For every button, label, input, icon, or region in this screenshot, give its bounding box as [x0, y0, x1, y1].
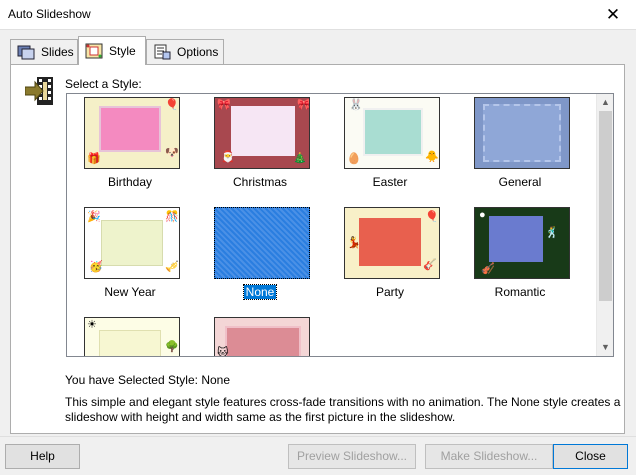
general-thumbnail [474, 97, 570, 169]
window-title: Auto Slideshow [8, 7, 91, 21]
style-item-floral[interactable]: 🐱 [197, 314, 323, 356]
style-label-general: General [498, 175, 542, 189]
style-label-romantic: Romantic [494, 285, 546, 299]
tab-options-label: Options [177, 45, 219, 59]
style-item-sunny[interactable]: ☀ 🌳 [67, 314, 193, 356]
sunny-thumbnail: ☀ 🌳 [84, 317, 180, 356]
scroll-up-icon[interactable]: ▲ [597, 94, 613, 111]
style-label-none: None [242, 284, 278, 300]
style-label-party: Party [375, 285, 404, 299]
bottom-separator [0, 436, 636, 437]
style-item-christmas[interactable]: 🎀 🎀 🎅 🎄 Christmas [197, 94, 323, 202]
style-item-none[interactable]: None [197, 204, 323, 312]
style-list[interactable]: 🎁 🐶 🎈 Birthday 🎀 🎀 🎅 🎄 Christmas 🐰 🐥 🥚 E… [66, 93, 614, 357]
slides-icon [17, 44, 35, 60]
film-arrow-icon [24, 75, 55, 107]
options-icon [153, 44, 171, 60]
style-item-general[interactable]: General [457, 94, 583, 202]
style-label-easter: Easter [372, 175, 408, 189]
scrollbar-thumb[interactable] [599, 111, 612, 301]
make-slideshow-button[interactable]: Make Slideshow... [425, 444, 553, 469]
style-item-romantic[interactable]: 🕺 🎻 ● Romantic [457, 204, 583, 312]
style-label-christmas: Christmas [232, 175, 287, 189]
tab-slides[interactable]: Slides [10, 39, 78, 64]
none-thumbnail [214, 207, 310, 279]
style-label-new-year: New Year [104, 285, 156, 299]
party-thumbnail: 💃 🎸 🎈 [344, 207, 440, 279]
style-description: This simple and elegant style features c… [65, 395, 621, 424]
select-style-label: Select a Style: [65, 77, 142, 91]
christmas-thumbnail: 🎀 🎀 🎅 🎄 [214, 97, 310, 169]
tab-slides-label: Slides [41, 45, 74, 59]
style-panel: Select a Style: 🎁 🐶 🎈 Birthday 🎀 🎀 🎅 🎄 C… [10, 64, 625, 434]
romantic-thumbnail: 🕺 🎻 ● [474, 207, 570, 279]
style-item-new-year[interactable]: 🎉 🎊 🥳 🎺 New Year [67, 204, 193, 312]
close-window-icon[interactable]: ✕ [590, 0, 636, 30]
scroll-down-icon[interactable]: ▼ [597, 339, 613, 356]
preview-slideshow-button[interactable]: Preview Slideshow... [288, 444, 416, 469]
title-bar: Auto Slideshow ✕ [0, 0, 636, 30]
style-item-party[interactable]: 💃 🎸 🎈 Party [327, 204, 453, 312]
tab-style[interactable]: Style [78, 36, 146, 65]
style-icon [85, 43, 103, 59]
tab-style-label: Style [109, 44, 136, 58]
style-item-easter[interactable]: 🐰 🐥 🥚 Easter [327, 94, 453, 202]
easter-thumbnail: 🐰 🐥 🥚 [344, 97, 440, 169]
style-label-birthday: Birthday [107, 175, 153, 189]
help-button[interactable]: Help [5, 444, 80, 469]
tab-options[interactable]: Options [146, 39, 224, 64]
birthday-thumbnail: 🎁 🐶 🎈 [84, 97, 180, 169]
new-year-thumbnail: 🎉 🎊 🥳 🎺 [84, 207, 180, 279]
floral-thumbnail: 🐱 [214, 317, 310, 356]
selected-style-text: You have Selected Style: None [65, 373, 231, 387]
style-list-scrollbar[interactable]: ▲ ▼ [596, 94, 613, 356]
style-item-birthday[interactable]: 🎁 🐶 🎈 Birthday [67, 94, 193, 202]
close-button[interactable]: Close [553, 444, 628, 469]
